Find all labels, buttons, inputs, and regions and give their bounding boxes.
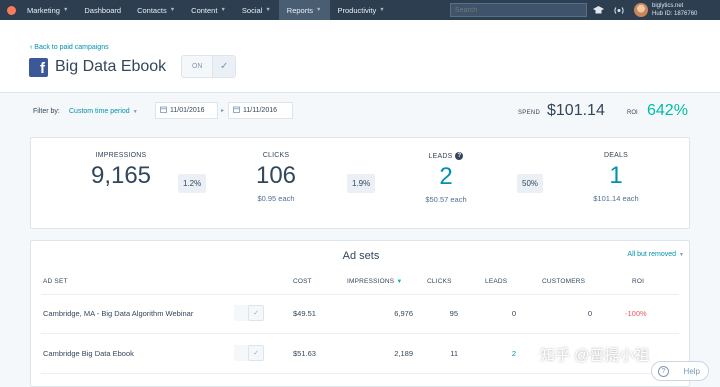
roi-value: 642% (647, 102, 688, 119)
help-button[interactable]: ? Help (651, 361, 709, 381)
column-header-cost[interactable]: COST (293, 278, 312, 285)
metric-impressions: IMPRESSIONS 9,165 (61, 152, 181, 189)
metric-leads: LEADS? 2 $50.57 each (386, 152, 506, 204)
table-row: Cambridge, MA - Big Data Algorithm Webin… (31, 293, 691, 333)
chevron-down-icon: ▼ (169, 7, 176, 13)
broadcast-icon[interactable] (611, 3, 627, 17)
nav-item-marketing[interactable]: Marketing ▼ (19, 0, 76, 20)
nav-item-social[interactable]: Social ▼ (234, 0, 279, 20)
checkmark-icon: ✓ (248, 305, 264, 321)
calendar-icon (160, 106, 167, 115)
chevron-down-icon: ▼ (220, 7, 226, 13)
spend-label: SPEND (518, 110, 541, 116)
ad-set-toggle[interactable]: ✓ (234, 305, 264, 321)
nav-item-reports[interactable]: Reports ▼ (278, 0, 330, 20)
column-header-ad-set[interactable]: AD SET (43, 278, 68, 285)
sort-descending-icon: ▼ (396, 279, 403, 285)
chevron-down-icon: ▼ (265, 7, 271, 13)
customers-cell: 0 (587, 308, 592, 318)
ad-sets-filter-dropdown[interactable]: All but removed ▼ (627, 251, 684, 258)
nav-item-productivity[interactable]: Productivity ▼ (330, 0, 393, 20)
metrics-card: IMPRESSIONS 9,165 1.2% CLICKS 106 $0.95 … (30, 137, 690, 229)
watermark: 知乎 @普提小祖 (540, 347, 650, 364)
account-info[interactable]: biglytics.net Hub ID: 1876760 (652, 2, 697, 18)
chevron-down-icon: ▼ (62, 7, 69, 13)
filter-label: Filter by: (33, 108, 60, 115)
ad-set-toggle[interactable]: ✓ (234, 345, 264, 361)
metric-sub: $101.14 each (593, 194, 639, 203)
time-period-dropdown[interactable]: Custom time period ▼ (69, 108, 138, 115)
metric-label: IMPRESSIONS (95, 152, 147, 159)
cost-cell: $49.51 (293, 308, 316, 318)
leads-cell: 0 (511, 308, 516, 318)
conversion-rate-badge: 1.9% (347, 174, 376, 193)
checkmark-icon: ✓ (248, 345, 264, 361)
nav-item-content[interactable]: Content ▼ (183, 0, 234, 20)
calendar-icon (233, 106, 240, 115)
column-header-customers[interactable]: CUSTOMERS (542, 278, 585, 285)
clicks-cell: 95 (449, 308, 458, 318)
search-input[interactable] (450, 3, 587, 17)
column-header-roi[interactable]: ROI (632, 278, 644, 285)
toggle-label: ON (191, 63, 203, 70)
metric-clicks: CLICKS 106 $0.95 each (216, 152, 336, 203)
chevron-down-icon: ▼ (132, 109, 138, 115)
avatar[interactable] (634, 3, 648, 17)
column-header-clicks[interactable]: CLICKS (427, 278, 452, 285)
facebook-icon: f (29, 58, 48, 77)
impressions-cell: 6,976 (394, 308, 413, 318)
campaign-on-toggle[interactable]: ON ✓ (181, 55, 236, 78)
metric-value[interactable]: 1 (556, 163, 676, 189)
conversion-rate-badge: 50% (517, 174, 544, 193)
end-date-field[interactable]: 11/11/2016 (228, 102, 293, 119)
nav-item-contacts[interactable]: Contacts ▼ (129, 0, 183, 20)
column-header-leads[interactable]: LEADS (485, 278, 507, 285)
metric-label: LEADS? (386, 152, 506, 160)
metric-value[interactable]: 2 (386, 164, 506, 190)
metric-label: DEALS (604, 152, 628, 159)
ad-set-name[interactable]: Cambridge Big Data Ebook (43, 333, 134, 373)
campaign-header: ‹ Back to paid campaigns f Big Data Eboo… (0, 20, 720, 93)
start-date-field[interactable]: 11/01/2016 (155, 102, 218, 119)
hubspot-logo-icon[interactable] (3, 0, 19, 20)
filter-row: Filter by: Custom time period ▼ 11/01/201… (0, 94, 720, 130)
metric-deals: DEALS 1 $101.14 each (556, 152, 676, 203)
cost-cell: $51.63 (293, 348, 316, 358)
ad-sets-title: Ad sets (342, 250, 380, 262)
graduation-cap-icon[interactable] (591, 3, 605, 17)
impressions-cell: 2,189 (394, 348, 413, 358)
metric-value: 106 (255, 162, 297, 189)
spend-value: $101.14 (547, 102, 605, 119)
divider (41, 373, 679, 374)
page-title: Big Data Ebook (55, 58, 167, 75)
leads-cell[interactable]: 2 (485, 333, 516, 373)
chevron-down-icon: ▼ (679, 252, 684, 258)
metric-sub: $0.95 each (257, 194, 295, 203)
roi-label: ROI (627, 110, 638, 116)
metric-label: CLICKS (262, 152, 290, 159)
top-navigation-bar: Marketing ▼ Dashboard Contacts ▼ Content ▼ … (0, 0, 720, 20)
metric-sub: $50.57 each (425, 195, 467, 204)
chevron-down-icon: ▼ (379, 7, 385, 13)
chevron-down-icon: ▼ (316, 7, 322, 13)
question-mark-icon: ? (658, 366, 669, 377)
nav-item-dashboard[interactable]: Dashboard (76, 0, 129, 20)
column-header-impressions[interactable]: IMPRESSIONS ▼ (347, 278, 403, 285)
ad-set-name[interactable]: Cambridge, MA - Big Data Algorithm Webin… (43, 293, 193, 333)
checkmark-icon: ✓ (212, 56, 235, 77)
clicks-cell: 11 (450, 348, 458, 358)
roi-cell: -100% (625, 308, 647, 318)
conversion-rate-badge: 1.2% (178, 174, 207, 193)
help-icon[interactable]: ? (455, 152, 464, 160)
arrow-right-icon: ▸ (221, 108, 225, 114)
back-to-paid-campaigns-link[interactable]: ‹ Back to paid campaigns (30, 44, 109, 51)
metric-value: 9,165 (90, 162, 152, 189)
